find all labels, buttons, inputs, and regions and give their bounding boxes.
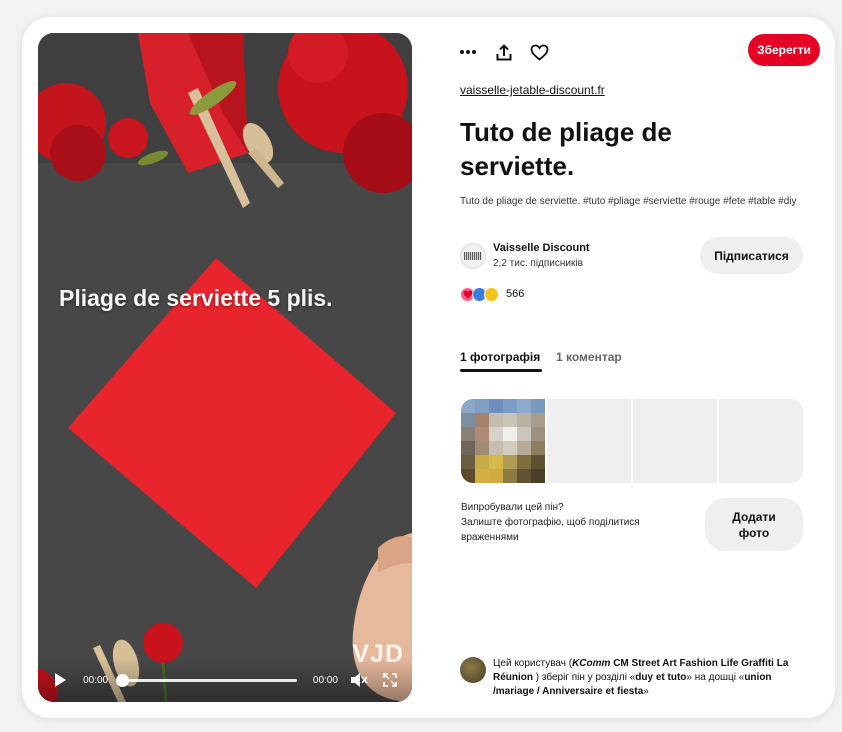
play-icon: [54, 673, 66, 687]
video-overlay-text: Pliage de serviette 5 plis.: [59, 285, 333, 311]
pin-action-bar: Зберегти: [458, 34, 820, 66]
pin-description: Tuto de pliage de serviette. #tuto #plia…: [460, 196, 797, 207]
creator-avatar[interactable]: [460, 243, 486, 269]
saved-note-prefix: Цей користувач (: [493, 658, 573, 669]
current-time: 00:00: [83, 674, 109, 686]
more-dots-icon: [460, 50, 476, 54]
reactions-row[interactable]: 566: [460, 285, 524, 303]
share-icon: [496, 43, 512, 60]
progress-knob[interactable]: [116, 673, 130, 687]
video-frame-scene: [38, 33, 412, 702]
wow-reaction-icon: [484, 286, 499, 302]
photo-placeholder: [547, 399, 631, 483]
try-pin-question: Випробували цей пін?: [461, 502, 564, 513]
creator-name[interactable]: Vaisselle Discount: [493, 242, 590, 254]
save-button[interactable]: Зберегти: [748, 34, 820, 66]
reaction-count: 566: [506, 288, 525, 300]
video-controls: 00:00 00:00: [38, 658, 412, 702]
pin-video-player[interactable]: Pliage de serviette 5 plis. VJD 00:00 00…: [38, 33, 412, 702]
volume-muted-icon: [351, 673, 368, 687]
creator-row: Vaisselle Discount 2,2 тис. підписників …: [460, 237, 805, 281]
try-pin-text: Випробували цей пін? Залиште фотографію,…: [461, 500, 691, 545]
try-pin-prompt: Залиште фотографію, щоб поділитися враже…: [461, 517, 640, 543]
pin-title: Tuto de pliage de serviette.: [460, 117, 672, 181]
saved-note-middle2: » на дошці «: [686, 672, 745, 683]
saved-section-link[interactable]: duy et tuto: [635, 672, 686, 683]
tab-photos[interactable]: 1 фотографія: [460, 350, 543, 372]
video-progress-bar[interactable]: [116, 673, 297, 687]
add-photo-button[interactable]: Додати фото: [705, 498, 803, 551]
logo-barcode-icon: [464, 252, 482, 260]
creator-followers: 2,2 тис. підписників: [493, 258, 583, 269]
saver-brand[interactable]: KComm: [572, 658, 610, 669]
photo-placeholder: [719, 399, 803, 483]
tab-comments[interactable]: 1 коментар: [556, 350, 622, 364]
add-photo-label-line2: фото: [738, 525, 770, 540]
play-button[interactable]: [48, 668, 71, 692]
like-button[interactable]: [525, 38, 553, 66]
source-link[interactable]: vaisselle-jetable-discount.fr: [460, 83, 605, 97]
heart-outline-icon: [530, 44, 548, 61]
saved-by-text: Цей користувач (KComm CM Street Art Fash…: [493, 657, 803, 699]
saver-avatar[interactable]: [460, 657, 486, 683]
user-photo-thumbnail[interactable]: [461, 399, 545, 483]
photo-placeholder: [633, 399, 717, 483]
duration-time: 00:00: [312, 674, 338, 686]
saved-note-suffix: »: [643, 686, 649, 697]
add-photo-label-line1: Додати: [732, 509, 776, 524]
mute-button[interactable]: [348, 668, 371, 692]
user-photos-strip: [461, 399, 803, 483]
share-button[interactable]: [490, 38, 518, 66]
fullscreen-icon: [383, 673, 398, 687]
fullscreen-button[interactable]: [379, 668, 402, 692]
follow-button[interactable]: Підписатися: [700, 237, 803, 274]
saved-note-middle: ) зберіг пін у розділі «: [535, 672, 636, 683]
more-options-button[interactable]: [454, 38, 482, 66]
